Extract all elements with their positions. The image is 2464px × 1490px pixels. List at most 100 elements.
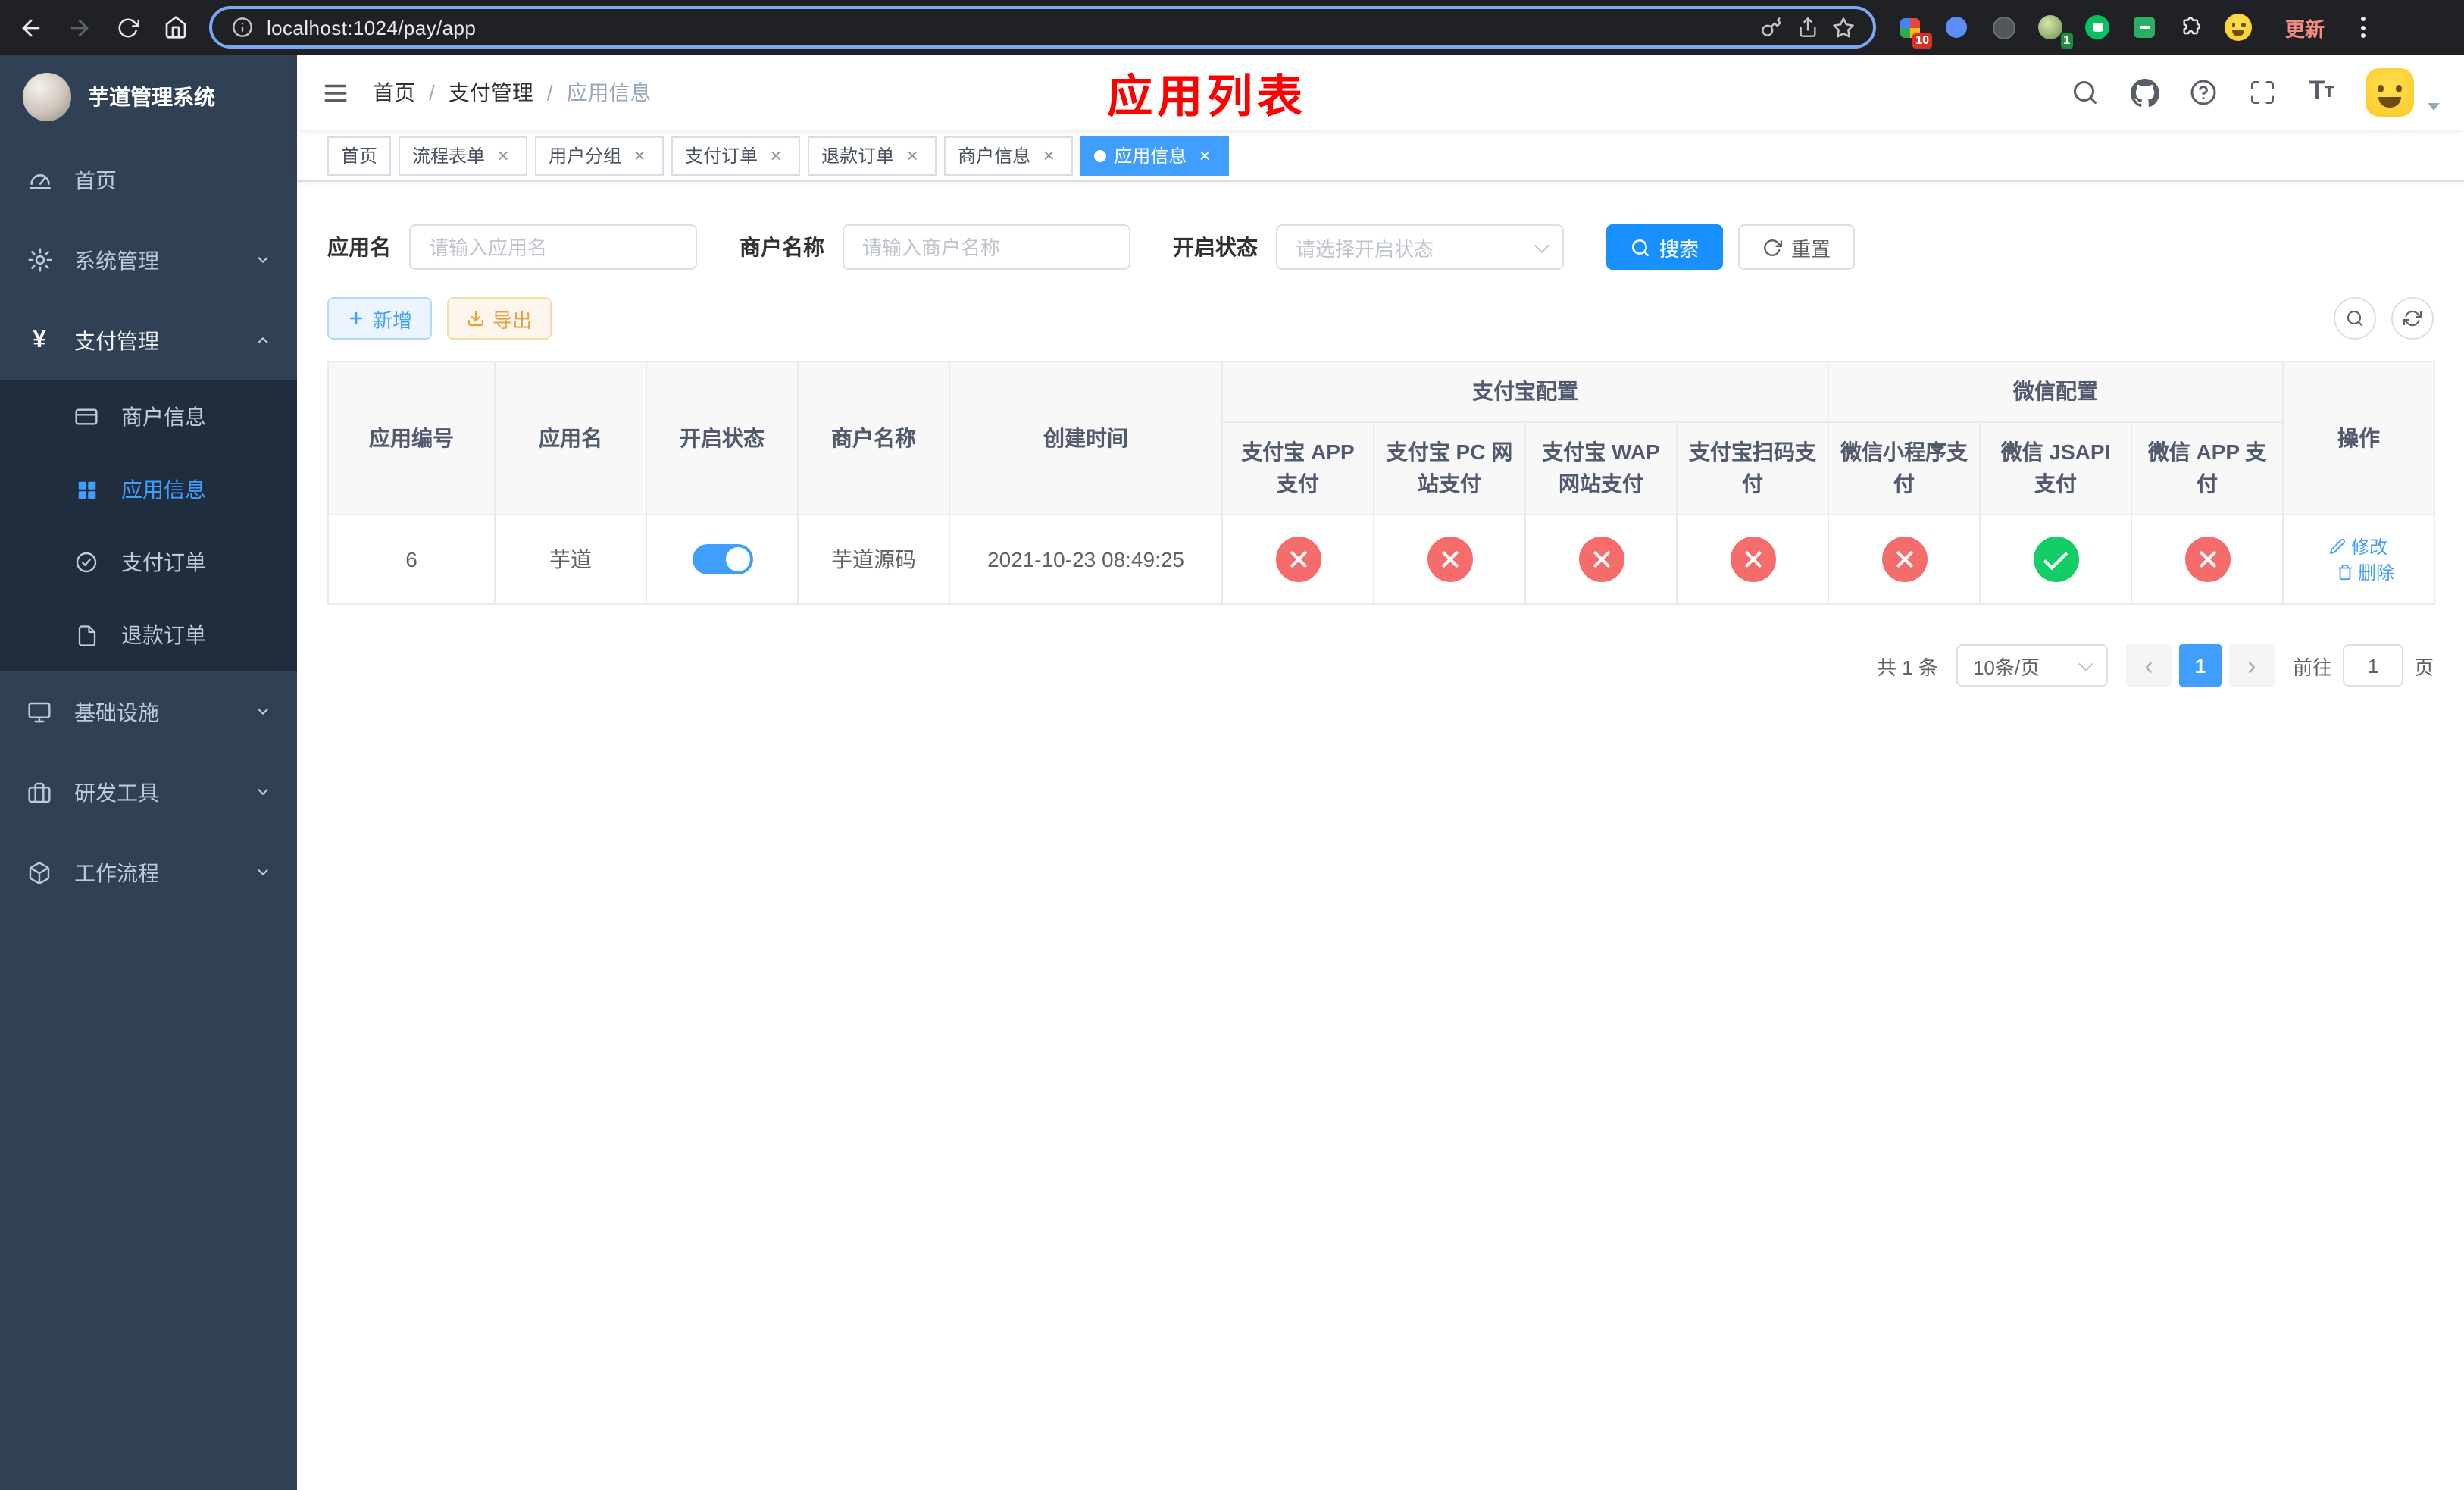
add-button[interactable]: 新增 [327, 297, 433, 340]
col-app-name: 应用名 [494, 361, 647, 515]
breadcrumb-payment[interactable]: 支付管理 [449, 77, 533, 108]
address-bar[interactable]: localhost:1024/pay/app [209, 6, 1876, 49]
status-toggle[interactable] [692, 544, 752, 574]
pagination-total: 共 1 条 [1877, 656, 1938, 678]
current-page-button[interactable]: 1 [2178, 644, 2222, 687]
goto-page-input[interactable] [2342, 644, 2403, 687]
col-group-wechat: 微信配置 [1828, 361, 2284, 423]
sidebar-subitem-pay-order[interactable]: 支付订单 [0, 526, 297, 599]
breadcrumb-separator [547, 80, 553, 105]
cell-app-id: 6 [327, 514, 496, 605]
browser-menu-kebab-icon[interactable] [2356, 17, 2370, 38]
tab-process-form[interactable]: 流程表单 [399, 136, 528, 175]
profile-avatar-icon[interactable] [2223, 12, 2253, 42]
status-select[interactable]: 请选择开启状态 [1276, 224, 1564, 270]
wechat-devtools-icon[interactable] [2082, 12, 2112, 42]
cell-created: 2021-10-23 08:49:25 [949, 514, 1223, 605]
app-name-label: 应用名 [327, 235, 391, 259]
refresh-table-button[interactable] [2391, 297, 2434, 340]
search-icon[interactable] [2070, 77, 2100, 108]
blue-extension-icon[interactable] [1941, 12, 1972, 42]
search-button-label: 搜索 [1659, 237, 1699, 260]
sidebar-subitem-refund-order[interactable]: 退款订单 [0, 599, 297, 671]
tab-label: 用户分组 [549, 146, 622, 167]
cell-app-name: 芋道 [494, 514, 647, 605]
sidebar-toggle-icon[interactable] [297, 55, 373, 130]
close-icon[interactable] [1038, 145, 1059, 166]
close-icon[interactable] [629, 145, 650, 166]
edit-link[interactable]: 修改 [2330, 534, 2387, 559]
sidebar-subitem-app-info[interactable]: 应用信息 [0, 453, 297, 526]
back-button[interactable] [15, 12, 45, 42]
sidebar-item-payment[interactable]: 支付管理 [0, 300, 297, 380]
export-button[interactable]: 导出 [447, 297, 552, 340]
merchant-name-input[interactable] [843, 224, 1130, 270]
navbar-actions [2070, 68, 2464, 117]
sidebar-logo[interactable]: 芋道管理系统 [0, 55, 297, 139]
bookmark-star-icon[interactable] [1832, 16, 1855, 39]
close-icon[interactable] [902, 145, 923, 166]
dashboard-icon [26, 166, 53, 193]
url-text[interactable]: localhost:1024/pay/app [267, 16, 1746, 39]
delete-link-label: 删除 [2357, 562, 2394, 584]
cell-status [646, 514, 799, 605]
credit-card-icon [73, 403, 100, 430]
tab-merchant-info[interactable]: 商户信息 [944, 136, 1074, 175]
chevron-down-icon [253, 783, 271, 801]
tab-user-group[interactable]: 用户分组 [535, 136, 664, 175]
sidebar-item-system[interactable]: 系统管理 [0, 220, 297, 300]
logo-avatar [23, 73, 71, 121]
tab-home[interactable]: 首页 [327, 136, 392, 175]
avatar-caret-icon[interactable] [2428, 102, 2440, 110]
delete-link[interactable]: 删除 [2337, 559, 2394, 585]
breadcrumb-home[interactable]: 首页 [373, 77, 415, 108]
edit-link-label: 修改 [2350, 537, 2387, 558]
goto-page: 前往 页 [2293, 644, 2434, 687]
search-button[interactable]: 搜索 [1606, 224, 1724, 270]
col-merchant: 商户名称 [797, 361, 950, 515]
avatar-extension-icon[interactable]: 1 [2035, 12, 2073, 49]
prev-page-button[interactable] [2125, 644, 2172, 687]
app-name-input[interactable] [409, 224, 697, 270]
user-avatar[interactable] [2366, 68, 2414, 117]
sidebar-subitem-merchant-info[interactable]: 商户信息 [0, 380, 297, 453]
github-icon[interactable] [2129, 77, 2159, 108]
share-icon[interactable] [1796, 16, 1818, 39]
merchant-name-label: 商户名称 [740, 235, 824, 259]
breadcrumb-current: 应用信息 [566, 80, 652, 105]
status-select-placeholder: 请选择开启状态 [1296, 237, 1434, 260]
dark-extension-icon[interactable] [1988, 12, 2018, 42]
extensions-puzzle-icon[interactable] [2176, 12, 2206, 42]
tab-refund-order[interactable]: 退款订单 [808, 136, 937, 175]
help-icon[interactable] [2188, 77, 2219, 108]
col-wx-app: 微信 APP 支付 [2131, 421, 2284, 515]
tab-pay-order[interactable]: 支付订单 [671, 136, 801, 175]
close-icon[interactable] [765, 145, 786, 166]
sidebar-item-workflow[interactable]: 工作流程 [0, 832, 297, 912]
close-icon[interactable] [1194, 145, 1215, 166]
info-icon[interactable] [230, 16, 253, 39]
chrome-update-button[interactable]: 更新 [2272, 7, 2338, 48]
goto-prefix: 前往 [2292, 656, 2332, 678]
tab-app-info[interactable]: 应用信息 [1080, 136, 1230, 175]
toolbar-right [2334, 297, 2434, 340]
reload-button[interactable] [112, 12, 142, 42]
sidebar-item-home[interactable]: 首页 [0, 139, 297, 220]
page-size-select[interactable]: 10条/页 [1956, 644, 2108, 687]
sidebar-item-devtools[interactable]: 研发工具 [0, 752, 297, 832]
home-button[interactable] [161, 12, 191, 42]
sidebar-item-infra[interactable]: 基础设施 [0, 671, 297, 752]
page-content: 应用名 商户名称 开启状态 请选择开启状态 [297, 182, 2464, 1490]
fullscreen-icon[interactable] [2247, 77, 2278, 108]
next-page-button[interactable] [2228, 644, 2275, 687]
green-square-extension-icon[interactable] [2129, 12, 2159, 42]
reset-button[interactable]: 重置 [1738, 224, 1856, 270]
adblock-extension-icon[interactable]: 10 [1894, 12, 1932, 49]
pencil-icon [2330, 539, 2346, 555]
key-icon[interactable] [1759, 16, 1782, 39]
document-icon [73, 621, 100, 649]
font-size-icon[interactable] [2306, 77, 2337, 108]
toggle-search-button[interactable] [2334, 297, 2376, 340]
forward-button[interactable] [64, 12, 94, 42]
close-icon[interactable] [492, 145, 514, 166]
